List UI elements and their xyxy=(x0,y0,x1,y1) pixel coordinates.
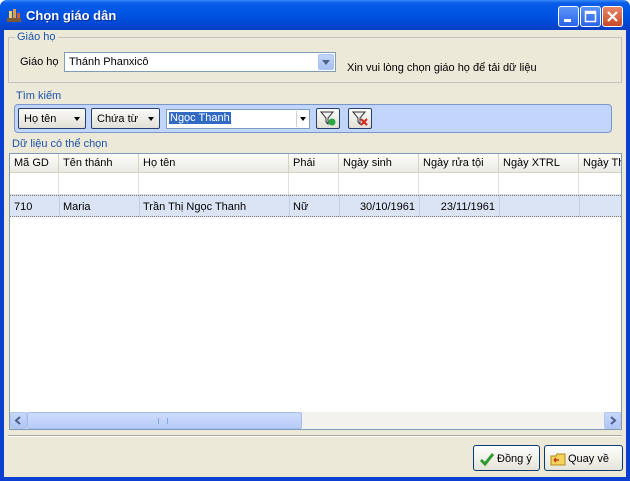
funnel-clear-icon xyxy=(351,111,368,126)
window-title: Chọn giáo dân xyxy=(26,8,117,23)
cell-ngay-sinh: 30/10/1961 xyxy=(359,201,415,213)
app-icon xyxy=(7,9,21,22)
row-divider xyxy=(579,195,580,217)
filter-cell[interactable] xyxy=(139,173,289,195)
row-divider xyxy=(289,195,290,217)
filter-cell[interactable] xyxy=(289,173,339,195)
column-header-ten-thanh[interactable]: Tên thánh xyxy=(59,154,139,173)
data-grid[interactable]: Mã GD Tên thánh Họ tên Phái Ngày sinh Ng… xyxy=(9,153,622,430)
filter-cell[interactable] xyxy=(59,173,139,195)
search-input-value: Ngọc Thanh xyxy=(169,112,231,124)
ok-button[interactable]: Đồng ý xyxy=(473,445,540,471)
column-header-ngay-xtrl[interactable]: Ngày XTRL xyxy=(499,154,579,173)
cell-ho-ten: Trần Thị Ngọc Thanh xyxy=(143,201,247,213)
filter-cell[interactable] xyxy=(339,173,419,195)
search-field-dropdown[interactable]: Họ tên xyxy=(18,108,86,129)
table-row[interactable]: 710 Maria Trần Thị Ngọc Thanh Nữ 30/10/1… xyxy=(10,195,621,217)
ok-button-label: Đồng ý xyxy=(497,453,532,465)
search-input[interactable]: Ngọc Thanh xyxy=(166,109,310,129)
chevron-right-icon xyxy=(610,416,617,425)
cell-phai: Nữ xyxy=(293,201,309,213)
filter-cell[interactable] xyxy=(419,173,499,195)
column-header-phai[interactable]: Phái xyxy=(289,154,339,173)
chevron-left-icon xyxy=(14,416,21,425)
cell-ma-gd: 710 xyxy=(14,201,33,213)
dropdown-arrow-icon xyxy=(148,117,154,121)
check-icon xyxy=(479,453,495,467)
dropdown-arrow-icon xyxy=(300,117,306,121)
search-mode-label: Chứa từ xyxy=(97,113,139,125)
maximize-button[interactable] xyxy=(580,6,601,27)
dialog-window: Chọn giáo dân Giáo họ Giáo họ Thánh Phan… xyxy=(0,0,630,481)
chevron-down-icon[interactable] xyxy=(318,54,334,70)
parish-select[interactable]: Thánh Phanxicô xyxy=(64,52,336,72)
cell-ngay-rua-toi: 23/11/1961 xyxy=(440,201,495,213)
minimize-button[interactable] xyxy=(558,6,579,27)
search-group-legend: Tìm kiếm xyxy=(14,90,64,102)
filter-cell[interactable] xyxy=(579,173,621,195)
parish-hint: Xin vui lòng chọn giáo họ để tải dữ liệu xyxy=(347,62,537,74)
row-divider xyxy=(499,195,500,217)
clear-filter-button[interactable] xyxy=(348,108,372,129)
search-toolbar: Họ tên Chứa từ Ngọc Thanh xyxy=(14,104,612,133)
column-header-ma-gd[interactable]: Mã GD xyxy=(10,154,59,173)
scroll-left-button[interactable] xyxy=(10,412,27,429)
apply-filter-button[interactable] xyxy=(316,108,340,129)
dialog-client: Giáo họ Giáo họ Thánh Phanxicô Xin vui l… xyxy=(4,30,626,477)
funnel-apply-icon xyxy=(319,111,336,126)
parish-label: Giáo họ xyxy=(20,56,59,68)
search-input-dropdown[interactable] xyxy=(296,111,308,127)
row-divider xyxy=(139,195,140,217)
filter-cell[interactable] xyxy=(499,173,579,195)
parish-select-value: Thánh Phanxicô xyxy=(69,56,149,68)
title-bar[interactable]: Chọn giáo dân xyxy=(0,0,630,30)
maximize-icon xyxy=(584,10,597,23)
filter-cell[interactable] xyxy=(10,173,59,195)
column-header-ngay-sinh[interactable]: Ngày sinh xyxy=(339,154,419,173)
horizontal-scrollbar[interactable] xyxy=(10,412,621,429)
search-mode-dropdown[interactable]: Chứa từ xyxy=(91,108,160,129)
column-header-ngay-th[interactable]: Ngày Th xyxy=(579,154,621,173)
folder-back-icon xyxy=(550,453,566,466)
back-button[interactable]: Quay về xyxy=(544,445,623,471)
dropdown-arrow-icon xyxy=(74,117,80,121)
search-field-label: Họ tên xyxy=(24,113,57,125)
scroll-right-button[interactable] xyxy=(604,412,621,429)
row-divider xyxy=(339,195,340,217)
separator xyxy=(8,435,622,437)
close-button[interactable] xyxy=(602,6,623,27)
column-header-ngay-rua-toi[interactable]: Ngày rửa tội xyxy=(419,154,499,173)
back-button-label: Quay về xyxy=(568,453,609,465)
row-divider xyxy=(59,195,60,217)
parish-group-legend: Giáo họ xyxy=(15,31,58,43)
column-header-ho-ten[interactable]: Họ tên xyxy=(139,154,289,173)
cell-ten-thanh: Maria xyxy=(63,201,91,213)
row-divider xyxy=(419,195,420,217)
scroll-thumb[interactable] xyxy=(27,412,302,429)
data-group-legend: Dữ liệu có thể chọn xyxy=(10,138,110,150)
minimize-icon xyxy=(564,19,571,22)
close-icon xyxy=(607,11,618,22)
